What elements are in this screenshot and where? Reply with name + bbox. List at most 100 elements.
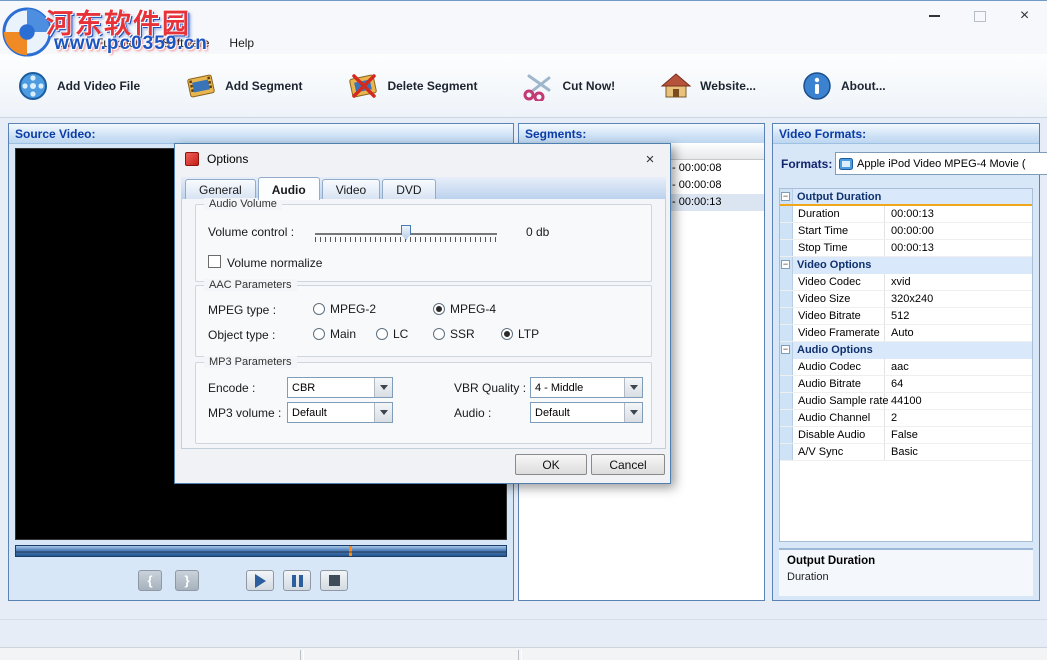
radio-object-lc[interactable]: LC xyxy=(376,327,408,341)
grid-row-video-bitrate[interactable]: Video Bitrate512 xyxy=(780,308,1032,325)
grid-property-name: Stop Time xyxy=(793,240,885,256)
aac-parameters-group-title: AAC Parameters xyxy=(204,279,297,291)
volume-control-label: Volume control : xyxy=(208,225,294,239)
grid-row-video-size[interactable]: Video Size320x240 xyxy=(780,291,1032,308)
maximize-button[interactable] xyxy=(957,1,1002,31)
vbr-quality-select-arrow-button[interactable] xyxy=(624,378,642,397)
mark-segment-end-button[interactable]: } xyxy=(175,570,199,591)
menu-item-function[interactable]: Function xyxy=(86,33,152,53)
grid-property-value[interactable]: 2 xyxy=(885,410,1032,426)
tab-video[interactable]: Video xyxy=(322,179,380,200)
grid-gutter xyxy=(780,223,793,239)
grid-property-value[interactable]: 00:00:13 xyxy=(885,206,1032,222)
grid-row-audio-channel[interactable]: Audio Channel2 xyxy=(780,410,1032,427)
seek-position-marker[interactable] xyxy=(349,546,352,556)
grid-property-name: Start Time xyxy=(793,223,885,239)
toolbar-about[interactable]: About... xyxy=(800,70,886,102)
toolbar-add-segment[interactable]: Add Segment xyxy=(184,70,302,102)
grid-row-audio-sample-rate[interactable]: Audio Sample rate44100 xyxy=(780,393,1032,410)
close-button[interactable]: × xyxy=(1002,1,1047,31)
menu-item-edit[interactable]: Edit xyxy=(45,33,86,53)
options-dialog-close-button[interactable]: × xyxy=(636,149,664,169)
options-dialog: Options × GeneralAudioVideoDVD Audio Vol… xyxy=(174,143,671,484)
collapse-icon[interactable]: − xyxy=(781,345,790,354)
grid-row-duration[interactable]: Duration00:00:13 xyxy=(780,206,1032,223)
pause-button[interactable] xyxy=(283,570,311,591)
play-icon xyxy=(255,574,266,588)
seek-bar[interactable] xyxy=(15,545,507,557)
grid-property-value[interactable]: 00:00:00 xyxy=(885,223,1032,239)
grid-property-value[interactable]: xvid xyxy=(885,274,1032,290)
format-select[interactable]: Apple iPod Video MPEG-4 Movie ( xyxy=(835,152,1047,175)
grid-property-value[interactable]: Auto xyxy=(885,325,1032,341)
mark-segment-start-button[interactable]: { xyxy=(138,570,162,591)
encode-select[interactable]: CBR xyxy=(287,377,393,398)
audio-select-label: Audio : xyxy=(454,406,491,420)
audio-select-arrow-button[interactable] xyxy=(624,403,642,422)
grid-property-value[interactable]: False xyxy=(885,427,1032,443)
stop-button[interactable] xyxy=(320,570,348,591)
mp3-volume-select-arrow-button[interactable] xyxy=(374,403,392,422)
mp3-volume-label: MP3 volume : xyxy=(208,406,281,420)
toolbar-label-add-segment: Add Segment xyxy=(225,79,302,93)
grid-property-value[interactable]: 320x240 xyxy=(885,291,1032,307)
grid-property-value[interactable]: 64 xyxy=(885,376,1032,392)
audio-select[interactable]: Default xyxy=(530,402,643,423)
grid-row-audio-bitrate[interactable]: Audio Bitrate64 xyxy=(780,376,1032,393)
toolbar-add-video-file[interactable]: Add Video File xyxy=(16,70,140,102)
grid-group-output-duration[interactable]: −Output Duration xyxy=(780,189,1032,206)
radio-mpeg-mpeg-4[interactable]: MPEG-4 xyxy=(433,302,496,316)
mp3-volume-select[interactable]: Default xyxy=(287,402,393,423)
ok-button[interactable]: OK xyxy=(515,454,587,475)
toolbar-cut-now[interactable]: Cut Now! xyxy=(522,70,616,102)
grid-property-value[interactable]: 512 xyxy=(885,308,1032,324)
menu-item-help[interactable]: Help xyxy=(219,33,264,53)
status-bar xyxy=(0,647,1047,660)
toolbar-website[interactable]: Website... xyxy=(659,70,756,102)
options-dialog-title: Options xyxy=(207,152,248,166)
encode-select-arrow-button[interactable] xyxy=(374,378,392,397)
grid-row-video-framerate[interactable]: Video FramerateAuto xyxy=(780,325,1032,342)
tab-dvd[interactable]: DVD xyxy=(382,179,435,200)
grid-gutter xyxy=(780,410,793,426)
radio-object-ssr[interactable]: SSR xyxy=(433,327,475,341)
source-video-panel-title: Source Video: xyxy=(15,127,95,141)
volume-normalize-label: Volume normalize xyxy=(227,256,322,270)
info-icon xyxy=(800,70,834,102)
grid-property-name: Audio Channel xyxy=(793,410,885,426)
grid-row-video-codec[interactable]: Video Codecxvid xyxy=(780,274,1032,291)
volume-normalize-checkbox[interactable] xyxy=(208,255,221,268)
tab-audio[interactable]: Audio xyxy=(258,177,320,200)
video-formats-panel-title: Video Formats: xyxy=(779,127,866,141)
grid-row-start-time[interactable]: Start Time00:00:00 xyxy=(780,223,1032,240)
volume-slider[interactable] xyxy=(315,225,497,245)
menu-item-software[interactable]: Software xyxy=(152,33,219,53)
tab-general[interactable]: General xyxy=(185,179,256,200)
grid-row-stop-time[interactable]: Stop Time00:00:13 xyxy=(780,240,1032,257)
radio-object-ltp[interactable]: LTP xyxy=(501,327,539,341)
collapse-icon[interactable]: − xyxy=(781,192,790,201)
radio-object-main[interactable]: Main xyxy=(313,327,356,341)
grid-row-disable-audio[interactable]: Disable AudioFalse xyxy=(780,427,1032,444)
toolbar-delete-segment[interactable]: Delete Segment xyxy=(346,70,477,102)
play-button[interactable] xyxy=(246,570,274,591)
source-video-panel-header: Source Video: xyxy=(9,124,513,144)
minimize-button[interactable] xyxy=(912,1,957,31)
grid-property-value[interactable]: Basic xyxy=(885,444,1032,460)
radio-button-icon xyxy=(313,303,325,315)
vbr-quality-select[interactable]: 4 - Middle xyxy=(530,377,643,398)
collapse-icon[interactable]: − xyxy=(781,260,790,269)
toolbar: Add Video File Add Segment Delete Segment C… xyxy=(0,54,1047,118)
menu-item-file[interactable]: File xyxy=(6,33,45,53)
radio-label-ltp: LTP xyxy=(518,327,539,341)
radio-mpeg-mpeg-2[interactable]: MPEG-2 xyxy=(313,302,376,316)
grid-row-a-v-sync[interactable]: A/V SyncBasic xyxy=(780,444,1032,461)
grid-gutter xyxy=(780,325,793,341)
grid-property-value[interactable]: aac xyxy=(885,359,1032,375)
grid-group-audio-options[interactable]: −Audio Options xyxy=(780,342,1032,359)
grid-property-value[interactable]: 00:00:13 xyxy=(885,240,1032,256)
grid-property-value[interactable]: 44100 xyxy=(885,393,1032,409)
grid-row-audio-codec[interactable]: Audio Codecaac xyxy=(780,359,1032,376)
cancel-button[interactable]: Cancel xyxy=(591,454,665,475)
grid-group-video-options[interactable]: −Video Options xyxy=(780,257,1032,274)
